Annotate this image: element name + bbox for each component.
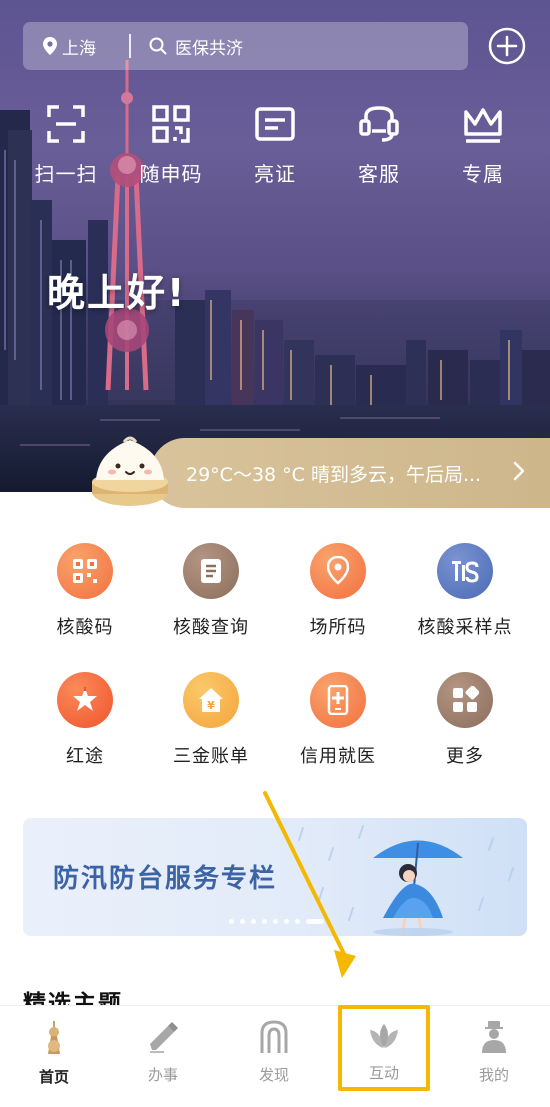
annotation-arrow: [263, 791, 356, 978]
highlight-box: [338, 1005, 430, 1091]
